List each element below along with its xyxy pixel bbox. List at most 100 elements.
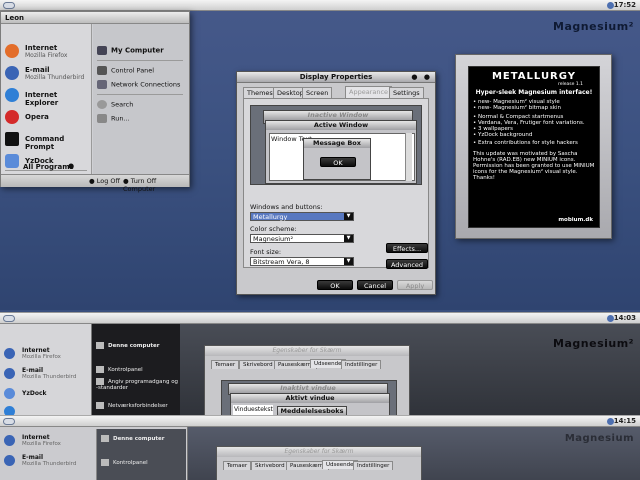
yzdock-icon (5, 154, 19, 168)
item-title: Opera (25, 113, 49, 121)
tab-themes[interactable]: Themes (243, 87, 277, 98)
apply-button[interactable]: Apply (397, 280, 433, 290)
appearance-tab-panel: Inactive Window Active Window Window Tex… (243, 98, 429, 269)
window-buttons[interactable]: ● ● (411, 72, 432, 83)
item-label: Run... (111, 114, 130, 123)
item-label: Search (111, 100, 134, 109)
computer-icon (97, 46, 107, 55)
globe-icon (4, 348, 15, 359)
start-item-opera[interactable]: Opera (3, 108, 91, 126)
all-programs-button[interactable]: All Programs (23, 163, 74, 171)
ok-button[interactable]: OK (317, 280, 353, 290)
start-item-computer[interactable]: Denne computer (96, 342, 159, 349)
item-title: E-mail (22, 454, 44, 461)
tab-desktop[interactable]: Skrivebord (251, 461, 289, 470)
metallurgy-screen: METALLURGY release 1.1 Hyper-sleek Magne… (468, 66, 600, 228)
advanced-button[interactable]: Advanced (386, 259, 428, 269)
start-item-my-computer[interactable]: My Computer (97, 46, 164, 55)
taskbar: 14:15 (0, 416, 640, 427)
message-box-title: Message Box (304, 139, 370, 148)
window-text: Vinduestekst (233, 405, 273, 415)
tab-settings[interactable]: Indstillinger (353, 461, 394, 470)
programs-icon (96, 378, 104, 385)
tab-themes[interactable]: Temaer (211, 360, 240, 369)
start-item-internet[interactable]: Internet Mozilla Firefox (4, 433, 89, 447)
firefox-icon (5, 44, 19, 58)
mail-icon (4, 455, 15, 466)
arrow-right-icon: ● (68, 162, 75, 170)
metallurgy-title: METALLURGY (491, 71, 576, 82)
item-label: Control Panel (111, 66, 155, 75)
item-label: Kontrolpanel (108, 367, 143, 373)
color-scheme-label: Color scheme: (250, 225, 297, 233)
color-scheme-select[interactable]: Magnesium² ▼ (250, 234, 354, 243)
item-title: Internet (25, 44, 58, 52)
start-menu-places: My Computer Control Panel Network Connec… (93, 24, 189, 174)
inactive-window-title: Inactive Window (264, 111, 412, 120)
tab-screen-saver[interactable]: Screen Saver (302, 87, 333, 107)
window-title[interactable]: Egenskaber for Skærm (217, 447, 421, 457)
start-menu-pinned: Internet Mozilla Firefox E-mail Mozilla … (1, 24, 92, 174)
tab-desktop[interactable]: Skrivebord (239, 360, 277, 369)
computer-icon (101, 435, 109, 442)
start-item-yzdock[interactable]: YzDock (4, 386, 89, 400)
app-icon (4, 406, 15, 415)
start-item-search[interactable]: Search (97, 100, 133, 109)
start-item-email[interactable]: E-mail Mozilla Thunderbird (4, 453, 89, 467)
item-subtitle: Mozilla Firefox (22, 441, 61, 447)
start-item-control-panel[interactable]: Kontrolpanel (96, 366, 143, 373)
inactive-window-title: Inaktivt vindue (229, 384, 387, 393)
cancel-button[interactable]: Cancel (357, 280, 393, 290)
font-size-select[interactable]: Bitstream Vera, 8 ▼ (250, 257, 354, 266)
start-item-email[interactable]: E-mail Mozilla Thunderbird (3, 64, 91, 82)
clock: 14:15 (613, 417, 636, 425)
item-label: Kontrolpanel (113, 460, 148, 466)
window-title-bar[interactable]: Display Properties ● ● (237, 72, 435, 83)
start-item-internet[interactable]: Internet Mozilla Firefox (4, 346, 89, 360)
start-menu-footer: ● Log Off ● Turn Off Computer (1, 174, 189, 193)
windows-buttons-select[interactable]: Metallurgy ▼ (250, 212, 354, 221)
tab-appearance[interactable]: Appearance (345, 86, 393, 98)
network-icon (97, 80, 107, 89)
start-item-ie[interactable]: Internet Explorer (3, 86, 91, 107)
window-title[interactable]: Egenskaber for Skærm (205, 346, 409, 356)
start-item-network[interactable]: Netværksforbindelser (96, 402, 168, 409)
feature-item: • Extra contributions for style hackers (473, 140, 578, 147)
metallurgy-url[interactable]: mobium.dk (558, 217, 593, 223)
start-item-control-panel[interactable]: Control Panel (97, 66, 154, 75)
effects-button[interactable]: Effects... (386, 243, 428, 253)
window-title: Display Properties (299, 73, 373, 81)
log-off-button[interactable]: ● Log Off (89, 177, 120, 185)
start-item-run[interactable]: Run... (97, 114, 130, 123)
screenshot-panel-main: 17:52 Magnesium² Leon Internet Mozilla F… (0, 0, 640, 310)
start-menu: Internet Mozilla Firefox E-mail Mozilla … (0, 427, 188, 480)
start-item-email[interactable]: E-mail Mozilla Thunderbird (4, 366, 89, 380)
tab-themes[interactable]: Temaer (223, 461, 252, 470)
start-button[interactable] (3, 315, 15, 322)
yzdock-icon (4, 388, 15, 399)
control-panel-icon (97, 66, 107, 75)
start-item-cmd[interactable]: Command Prompt (3, 130, 91, 151)
start-item-4[interactable] (4, 404, 89, 415)
start-item-computer[interactable]: Denne computer (101, 435, 164, 442)
log-off-label: Log Off (96, 177, 121, 185)
item-subtitle: Mozilla Firefox (22, 354, 61, 360)
start-button[interactable] (3, 418, 15, 425)
turn-off-button[interactable]: ● Turn Off Computer (123, 177, 189, 193)
start-item-network[interactable]: Network Connections (97, 80, 180, 89)
user-name: Leon (1, 12, 189, 24)
message-box-ok: OK (320, 157, 356, 167)
start-button[interactable] (3, 2, 15, 9)
item-label: Angiv programadgang og -standarder (96, 379, 179, 391)
start-item-programs[interactable]: Angiv programadgang og -standarder (96, 378, 180, 391)
metallurgy-note: This update was motivated by Sascha Hohn… (473, 150, 595, 182)
tab-settings[interactable]: Settings (389, 87, 424, 98)
tab-settings[interactable]: Indstillinger (341, 360, 382, 369)
chevron-down-icon: ▼ (344, 235, 353, 242)
taskbar: 17:52 (0, 0, 640, 11)
metallurgy-subtitle: Hyper-sleek Magnesium interface! (475, 89, 593, 96)
start-item-internet[interactable]: Internet Mozilla Firefox (3, 42, 91, 60)
start-item-control-panel[interactable]: Kontrolpanel (101, 459, 148, 466)
control-panel-icon (101, 459, 109, 466)
preview-scrollbar (405, 133, 412, 181)
